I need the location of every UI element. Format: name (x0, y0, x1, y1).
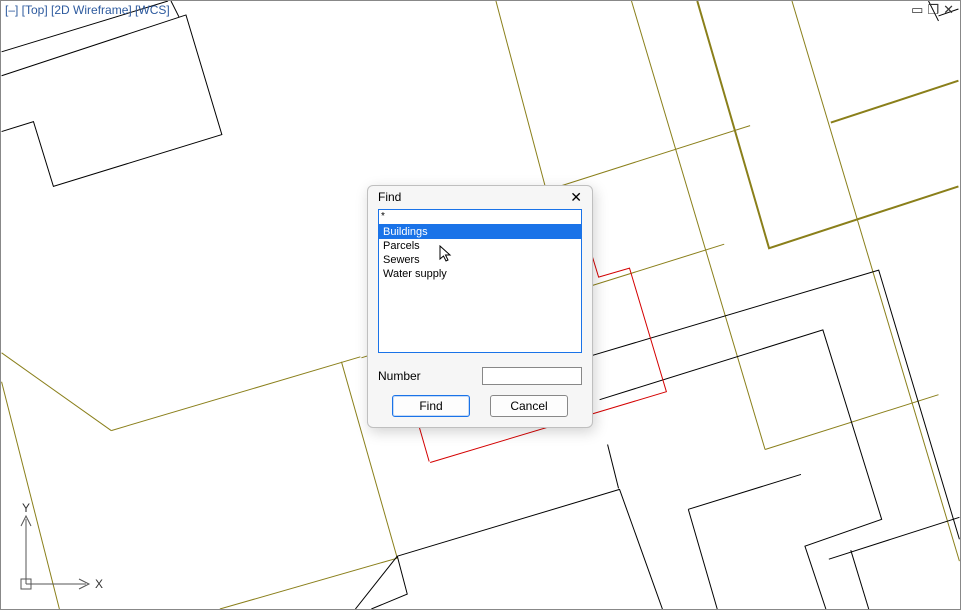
list-item[interactable]: Water supply (379, 267, 581, 281)
cancel-button[interactable]: Cancel (490, 395, 568, 417)
find-dialog: Find ✕ Buildings Parcels Sewers Water su… (367, 185, 593, 428)
ucs-y-label: Y (22, 501, 30, 515)
find-dialog-titlebar[interactable]: Find ✕ (368, 186, 592, 208)
number-input[interactable] (482, 367, 582, 385)
list-item[interactable]: Sewers (379, 253, 581, 267)
viewport-minimize-icon[interactable]: ▭ (911, 3, 923, 16)
ucs-indicator[interactable]: X Y (11, 504, 101, 599)
list-item[interactable]: Parcels (379, 239, 581, 253)
close-icon[interactable]: ✕ (568, 190, 584, 204)
view-label[interactable]: [–] [Top] [2D Wireframe] [WCS] (5, 3, 170, 17)
ucs-x-label: X (95, 577, 103, 591)
find-dialog-title: Find (378, 190, 401, 204)
viewport-close-icon[interactable]: ✕ (943, 3, 954, 16)
viewport-window-controls: ▭ ❐ ✕ (911, 3, 954, 16)
number-label: Number (378, 369, 421, 383)
list-item[interactable]: Buildings (379, 225, 581, 239)
drawing-viewport[interactable]: [–] [Top] [2D Wireframe] [WCS] ▭ ❐ ✕ X Y… (0, 0, 961, 610)
find-results-list[interactable]: Buildings Parcels Sewers Water supply (378, 225, 582, 353)
viewport-maximize-icon[interactable]: ❐ (927, 3, 939, 16)
find-button[interactable]: Find (392, 395, 470, 417)
find-search-input[interactable] (378, 209, 582, 225)
